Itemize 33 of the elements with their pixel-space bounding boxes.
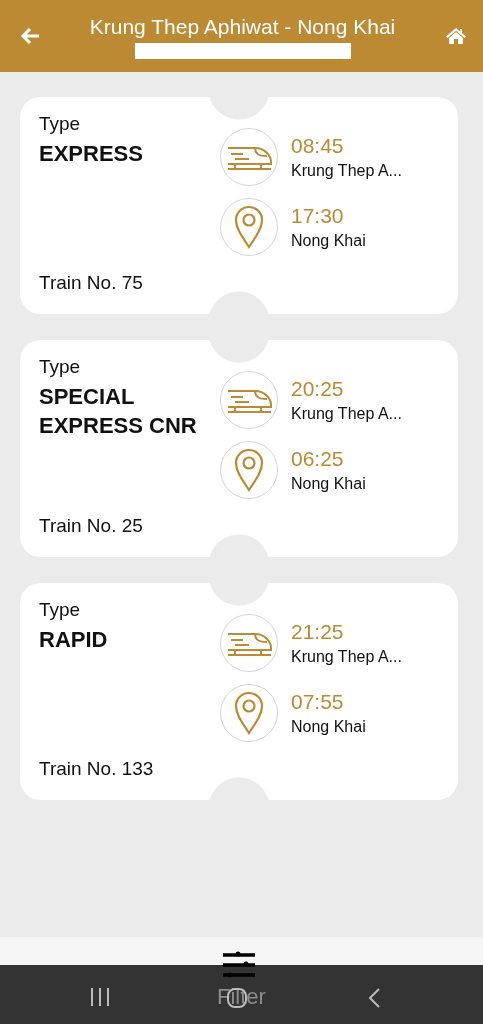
- train-type: EXPRESS: [39, 140, 144, 168]
- location-pin-icon: [233, 448, 265, 492]
- arrival-time: 06:25: [291, 447, 345, 471]
- train-type: RAPID: [39, 626, 109, 654]
- train-number: Train No. 25: [39, 515, 144, 537]
- header-title: Krung Thep Aphiwat - Nong Khai: [89, 15, 396, 39]
- location-pin-icon: [233, 205, 265, 249]
- departure-station: Krung Thep A...: [291, 405, 402, 423]
- arrival-time: 07:55: [291, 690, 345, 714]
- train-card[interactable]: Type EXPRESS Train No. 75 08:45 Krung Thep A... 17:30 Nong Khai: [20, 97, 458, 314]
- departure-station: Krung Thep A...: [291, 162, 402, 180]
- arrival-station: Nong Khai: [291, 718, 366, 736]
- recent-apps-icon[interactable]: [90, 987, 110, 1007]
- arrival-time: 17:30: [291, 204, 345, 228]
- train-card[interactable]: Type RAPID Train No. 133 21:25 Krung Thep A... 07:55 Nong Khai: [20, 583, 458, 800]
- sliders-icon[interactable]: [222, 951, 256, 979]
- arrival-station: Nong Khai: [291, 475, 366, 493]
- departure-station: Krung Thep A...: [291, 648, 402, 666]
- type-label: Type: [39, 599, 82, 621]
- arrival-station: Nong Khai: [291, 232, 366, 250]
- type-label: Type: [39, 113, 82, 135]
- type-label: Type: [39, 356, 82, 378]
- departure-time: 21:25: [291, 620, 345, 644]
- train-type: SPECIAL EXPRESS CNR: [39, 383, 198, 440]
- location-pin-icon: [233, 691, 265, 735]
- train-card[interactable]: Type SPECIAL EXPRESS CNR Train No. 25 20:25 Krung Thep A... 06:25 Nong Khai: [20, 340, 458, 557]
- departure-time: 20:25: [291, 377, 345, 401]
- back-arrow-icon[interactable]: [20, 27, 40, 45]
- back-icon[interactable]: [367, 987, 381, 1009]
- train-number: Train No. 133: [39, 758, 155, 780]
- home-icon[interactable]: [445, 27, 467, 45]
- departure-time: 08:45: [291, 134, 345, 158]
- train-number: Train No. 75: [39, 272, 144, 294]
